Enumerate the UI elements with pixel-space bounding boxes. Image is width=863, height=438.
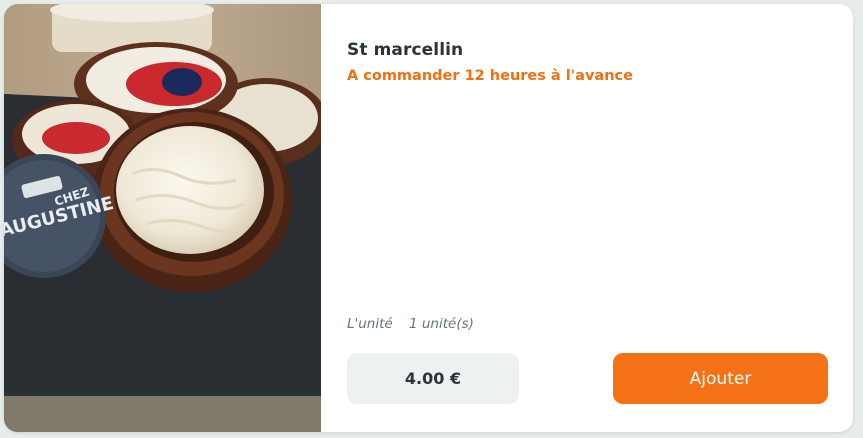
unit-label: L'unité — [347, 316, 393, 332]
product-title: St marcellin — [347, 40, 464, 60]
product-info: St marcellin A commander 12 heures à l'a… — [321, 4, 853, 432]
product-image: CHEZ AUGUSTINE — [4, 4, 321, 432]
add-to-cart-button[interactable]: Ajouter — [613, 353, 828, 404]
unit-info: L'unité 1 unité(s) — [347, 316, 474, 332]
order-notice: A commander 12 heures à l'avance — [347, 68, 633, 84]
unit-quantity: 1 unité(s) — [409, 316, 474, 332]
product-card: CHEZ AUGUSTINE St marcellin A commander … — [4, 4, 853, 432]
price-badge: 4.00 € — [347, 353, 519, 404]
